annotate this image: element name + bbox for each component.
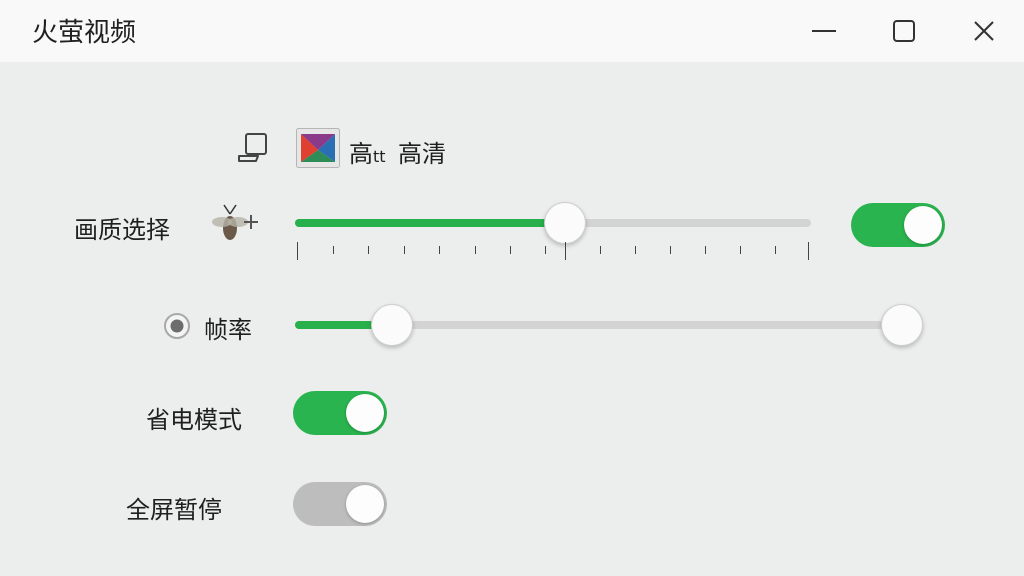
window-title: 火萤视频: [32, 18, 137, 48]
tick: [740, 246, 741, 254]
radio-icon[interactable]: [163, 312, 191, 340]
tick: [600, 246, 601, 254]
quality-label-b: 高清: [398, 140, 446, 168]
video-thumbnail-icon[interactable]: [296, 128, 340, 168]
quality-select-label: 画质选择: [74, 216, 170, 244]
toggle-knob: [346, 394, 384, 432]
toggle-knob: [904, 206, 942, 244]
maximize-icon: [893, 20, 915, 42]
tick: [404, 246, 405, 254]
maximize-button[interactable]: [886, 13, 922, 49]
laptop-icon[interactable]: [236, 130, 272, 166]
power-saving-label: 省电模式: [146, 406, 242, 434]
tick: [510, 246, 511, 254]
quality-toggle[interactable]: [851, 203, 945, 247]
tick: [635, 246, 636, 254]
framerate-slider-thumb-high[interactable]: [881, 304, 923, 346]
title-bar: 火萤视频: [0, 0, 1024, 62]
tick: [475, 246, 476, 254]
power-saving-toggle[interactable]: [293, 391, 387, 435]
quality-label-a: 高tt: [349, 134, 386, 169]
close-button[interactable]: [966, 13, 1002, 49]
quality-label-a-glyph: tt: [373, 147, 386, 166]
quality-slider-thumb[interactable]: [544, 202, 586, 244]
fullscreen-pause-label: 全屏暂停罪: [126, 490, 222, 525]
framerate-label: 帧率: [204, 316, 252, 344]
tick: [368, 246, 369, 254]
fullscreen-pause-toggle[interactable]: [293, 482, 387, 526]
close-icon: [974, 21, 994, 41]
framerate-slider-thumb-low[interactable]: [371, 304, 413, 346]
tick: [808, 242, 809, 260]
tick: [565, 242, 566, 260]
tick: [775, 246, 776, 254]
tick: [333, 246, 334, 254]
tick: [705, 246, 706, 254]
tick: [670, 246, 671, 254]
quality-slider-fill: [295, 219, 565, 227]
app-window: 火萤视频 高tt 高清 画质选择 帧率 省电模式 全屏暂停: [0, 0, 1024, 576]
firefly-icon: [212, 204, 258, 240]
tick: [439, 246, 440, 254]
tick: [545, 246, 546, 254]
quality-label-a-text: 高: [349, 140, 373, 168]
tick: [297, 242, 298, 260]
minimize-icon: [812, 30, 836, 32]
toggle-knob: [346, 485, 384, 523]
minimize-button[interactable]: [806, 13, 842, 49]
